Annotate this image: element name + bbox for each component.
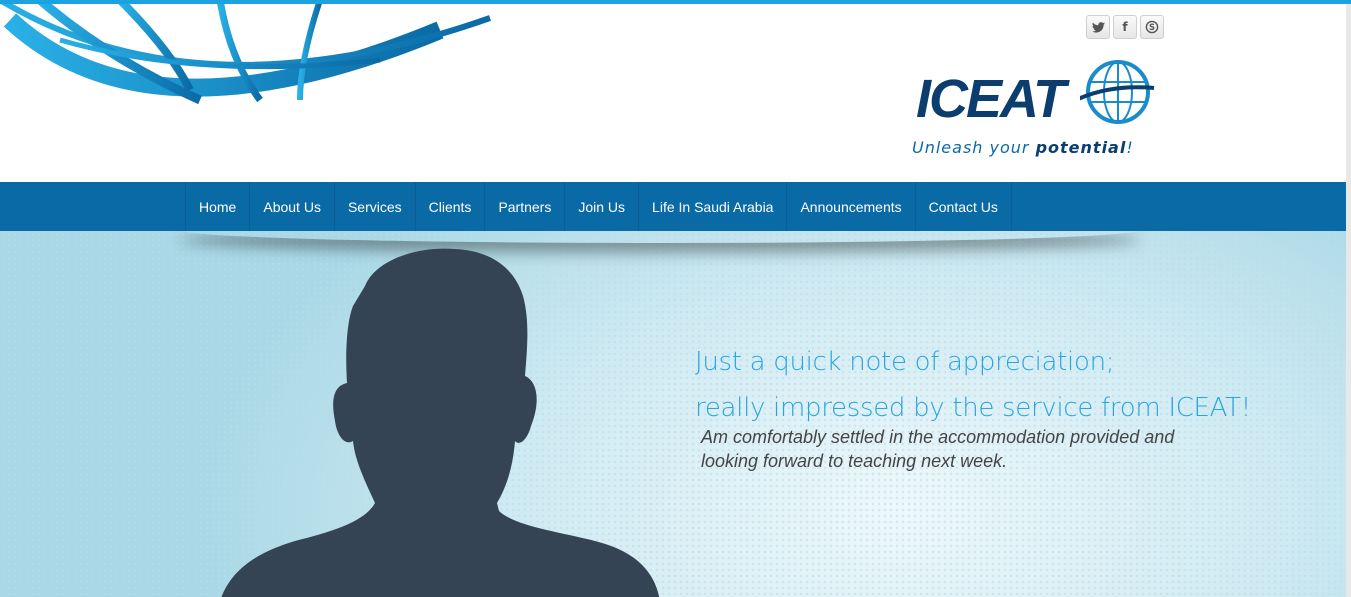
nav-item-life-in-saudi-arabia[interactable]: Life In Saudi Arabia [639,182,788,231]
main-navigation: Home About Us Services Clients Partners … [0,182,1346,231]
logo-globe-icon [1080,60,1155,124]
skype-icon[interactable]: S [1140,15,1164,39]
nav-item-partners[interactable]: Partners [485,182,566,231]
facebook-icon[interactable]: f [1113,15,1137,39]
site-header: f S ICEAT Unleash your potential! [0,4,1346,182]
nav-item-clients[interactable]: Clients [416,182,486,231]
svg-text:S: S [1149,22,1155,32]
nav-item-home[interactable]: Home [186,182,251,231]
nav-item-join-us[interactable]: Join Us [565,182,640,231]
vertical-scrollbar[interactable] [1346,4,1351,597]
logo-wordmark: ICEAT [916,69,1066,129]
twitter-icon[interactable] [1086,15,1110,39]
quote-headline-line1: Just a quick note of appreciation; [695,347,1115,377]
nav-item-about-us[interactable]: About Us [250,182,335,231]
hero-slider: Just a quick note of appreciation; reall… [0,231,1346,597]
nav-item-services[interactable]: Services [335,182,416,231]
globe-swoosh-decoration [0,4,491,105]
quote-body-text: Am comfortably settled in the accommodat… [701,427,1175,471]
logo-tagline: Unleash your potential! [912,138,1134,157]
social-links: f S [1086,15,1164,39]
nav-item-announcements[interactable]: Announcements [787,182,916,231]
person-silhouette-image [221,248,660,597]
nav-item-contact-us[interactable]: Contact Us [916,182,1012,231]
iceat-logo[interactable]: ICEAT Unleash your potential! [908,52,1168,162]
testimonial-quote: Just a quick note of appreciation; reall… [695,339,1335,473]
